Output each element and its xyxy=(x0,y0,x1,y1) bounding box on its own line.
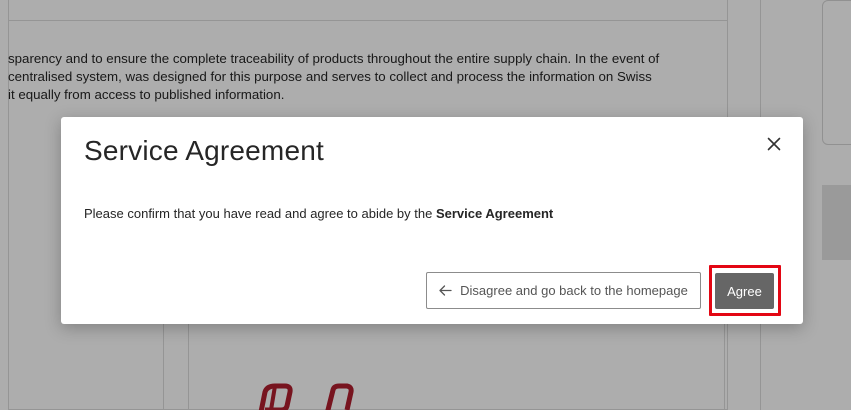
dialog-message-text: Please confirm that you have read and ag… xyxy=(84,206,436,221)
close-button[interactable] xyxy=(763,133,785,155)
dialog-title: Service Agreement xyxy=(84,135,324,166)
arrow-left-icon xyxy=(439,285,452,296)
page: sparency and to ensure the complete trac… xyxy=(0,0,851,410)
disagree-button-label: Disagree and go back to the homepage xyxy=(460,283,688,298)
dialog-message: Please confirm that you have read and ag… xyxy=(84,206,553,221)
close-icon xyxy=(767,137,781,151)
service-agreement-dialog: Service Agreement Please confirm that yo… xyxy=(61,117,803,324)
agree-button[interactable]: Agree xyxy=(715,273,774,309)
service-agreement-link-text: Service Agreement xyxy=(435,206,554,221)
disagree-button[interactable]: Disagree and go back to the homepage xyxy=(426,272,701,309)
